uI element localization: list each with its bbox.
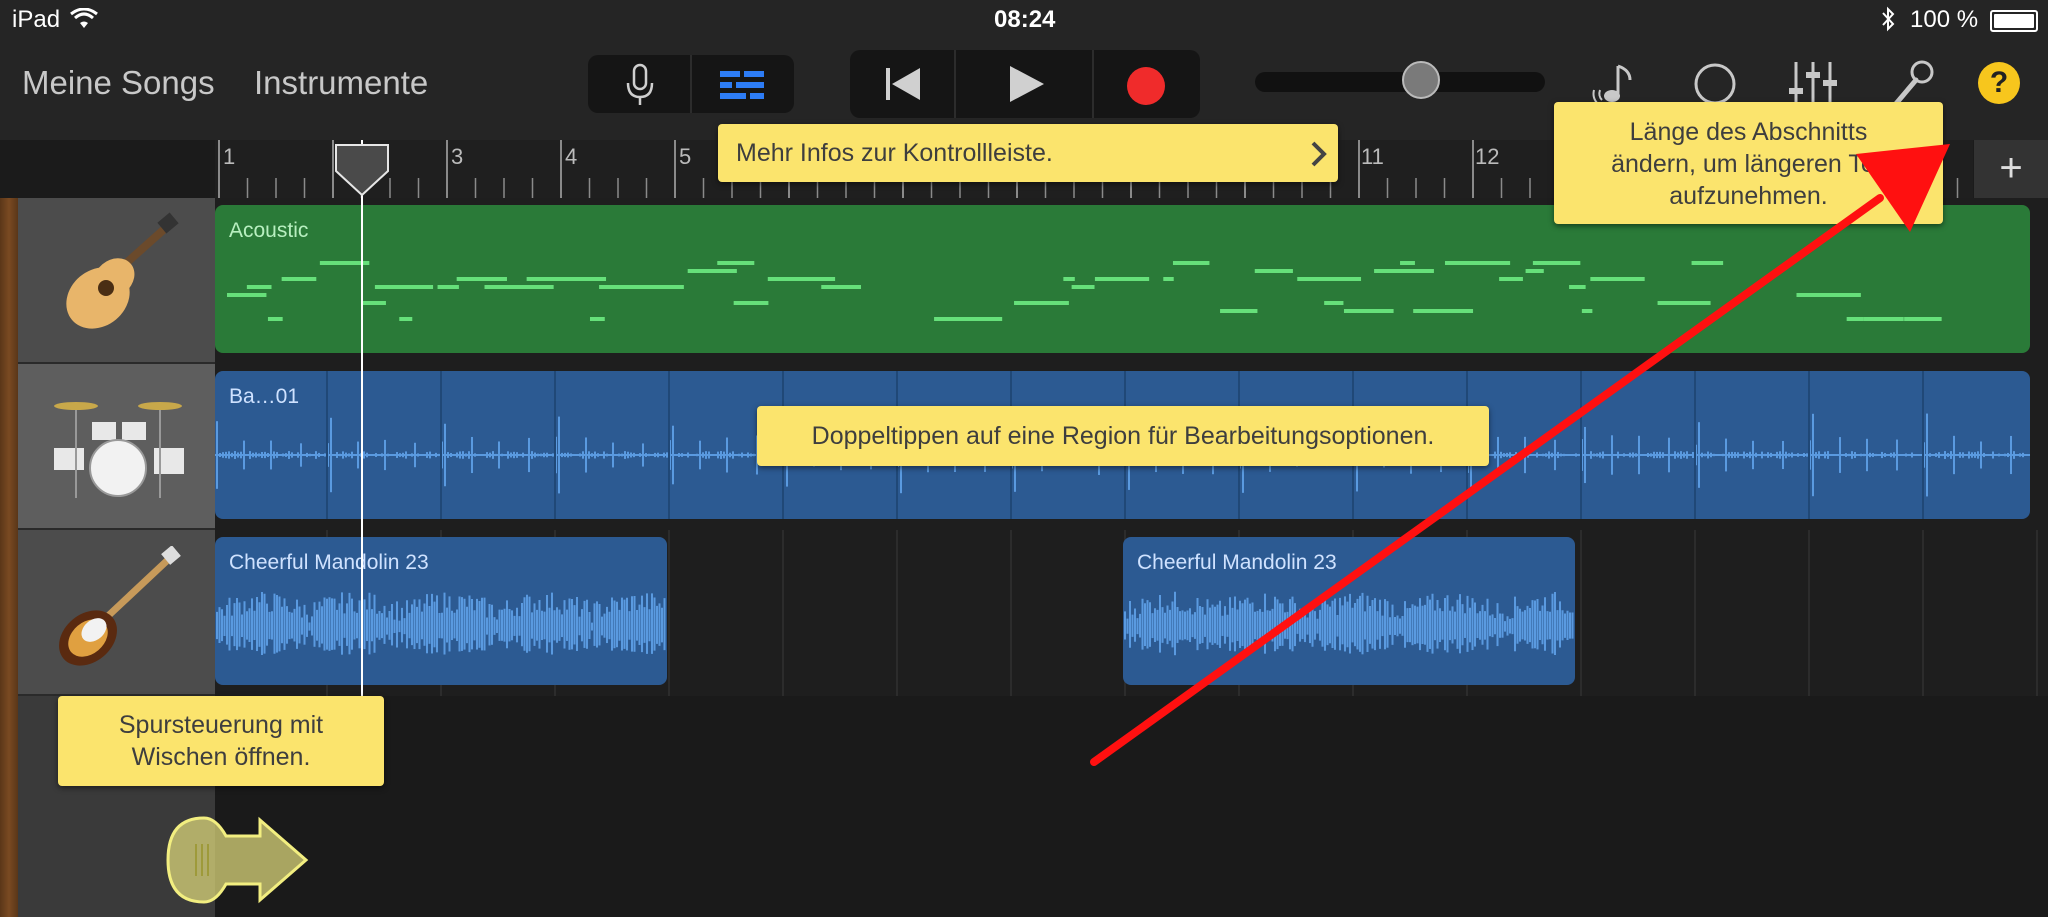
- wood-panel: [0, 198, 18, 917]
- region-acoustic[interactable]: Acoustic: [215, 205, 2030, 353]
- midi-note: [227, 293, 267, 297]
- swipe-handle-icon[interactable]: [164, 814, 314, 906]
- midi-note: [399, 317, 413, 321]
- track-lane-guitar: Cheerful Mandolin 23 Cheerful Mandolin 2…: [215, 530, 2048, 698]
- track-header-electric-guitar[interactable]: [18, 530, 215, 696]
- midi-note: [717, 261, 755, 265]
- midi-note: [1525, 269, 1544, 273]
- drum-kit-icon: [54, 402, 184, 498]
- help-icon[interactable]: ?: [1978, 62, 2020, 104]
- midi-note: [1374, 269, 1434, 273]
- bluetooth-icon: [1882, 6, 1895, 32]
- playhead[interactable]: [361, 140, 363, 696]
- midi-note: [1413, 309, 1474, 313]
- tip-section-length: Länge des Abschnitts ändern, um längeren…: [1554, 102, 1943, 224]
- midi-note: [1071, 285, 1095, 289]
- midi-note: [281, 277, 317, 281]
- midi-note: [1220, 309, 1258, 313]
- midi-note: [767, 277, 836, 281]
- electric-guitar-icon: [59, 546, 181, 666]
- midi-note: [456, 277, 507, 281]
- midi-note: [637, 285, 684, 289]
- battery-percentage: 100 %: [1910, 6, 1979, 33]
- midi-note: [1581, 309, 1593, 313]
- midi-note: [246, 285, 272, 289]
- view-segment: [588, 55, 794, 113]
- device-name: iPad: [12, 6, 61, 33]
- region-mandolin-1[interactable]: Cheerful Mandolin 23: [215, 537, 667, 685]
- midi-note: [1904, 317, 1942, 321]
- midi-note: [1400, 261, 1415, 265]
- track-header-drum-kit[interactable]: [18, 364, 215, 530]
- acoustic-guitar-icon: [66, 212, 179, 329]
- midi-note: [1590, 277, 1645, 281]
- midi-note: [1863, 317, 1904, 321]
- midi-note: [1324, 301, 1344, 305]
- instruments-button[interactable]: Instrumente: [254, 64, 428, 102]
- status-bar: iPad 08:24 100 %: [0, 0, 2048, 40]
- region-mandolin-2[interactable]: Cheerful Mandolin 23: [1123, 537, 1575, 685]
- midi-note: [1163, 277, 1174, 281]
- track-header-acoustic-guitar[interactable]: [18, 198, 215, 364]
- guitar-waveform: [1124, 591, 1574, 656]
- midi-note: [1014, 301, 1069, 305]
- midi-note: [484, 285, 554, 289]
- midi-note: [1297, 277, 1362, 281]
- chevron-right-icon: [1311, 141, 1327, 167]
- midi-note: [1691, 261, 1724, 265]
- tip-text: Länge des Abschnitts ändern, um längeren…: [1611, 118, 1886, 210]
- volume-slider-knob[interactable]: [1402, 61, 1440, 99]
- midi-note: [549, 277, 607, 281]
- midi-note: [1532, 261, 1581, 265]
- tip-text: Doppeltippen auf eine Region für Bearbei…: [811, 422, 1435, 450]
- tip-track-controls: Spursteuerung mit Wischen öffnen.: [58, 696, 384, 786]
- midi-note: [1063, 277, 1075, 281]
- clock: 08:24: [994, 6, 1056, 33]
- transport-controls: [850, 50, 1200, 118]
- midi-note: [1343, 309, 1394, 313]
- record-icon[interactable]: [1126, 66, 1166, 106]
- midi-notes: [227, 261, 1942, 321]
- midi-note: [1499, 277, 1523, 281]
- play-icon[interactable]: [1006, 64, 1046, 104]
- tip-double-tap: Doppeltippen auf eine Region für Bearbei…: [757, 406, 1489, 466]
- midi-note: [733, 301, 769, 305]
- midi-note: [1094, 277, 1150, 281]
- midi-note: [361, 301, 386, 305]
- midi-note: [1172, 261, 1210, 265]
- help-label: ?: [1989, 66, 2009, 99]
- midi-note: [821, 285, 862, 289]
- midi-note: [1470, 261, 1511, 265]
- midi-note: [1846, 317, 1864, 321]
- tip-text: Spursteuerung mit Wischen öffnen.: [118, 711, 324, 771]
- wifi-icon: [70, 8, 98, 28]
- tip-control-bar[interactable]: Mehr Infos zur Kontrollleiste.: [718, 124, 1338, 182]
- midi-note: [374, 285, 419, 289]
- add-section-label: +: [1999, 146, 2023, 190]
- midi-note: [934, 317, 1003, 321]
- tracks-view-icon[interactable]: [718, 69, 766, 101]
- tip-text: Mehr Infos zur Kontrollleiste.: [736, 139, 1053, 167]
- my-songs-button[interactable]: Meine Songs: [22, 64, 215, 102]
- midi-note: [267, 317, 283, 321]
- add-section-button[interactable]: +: [1974, 140, 2048, 198]
- midi-note: [1569, 285, 1586, 289]
- midi-note: [1796, 293, 1861, 297]
- rewind-icon[interactable]: [884, 64, 924, 104]
- playhead-handle[interactable]: [334, 143, 390, 199]
- guitar-waveform: [216, 592, 666, 655]
- midi-note: [589, 317, 605, 321]
- empty-track-area: [215, 696, 2048, 917]
- microphone-icon[interactable]: [624, 63, 656, 107]
- midi-note: [415, 285, 434, 289]
- volume-slider[interactable]: [1255, 61, 1545, 99]
- battery-icon: [1990, 10, 2038, 32]
- midi-note: [1254, 269, 1293, 273]
- midi-note: [1657, 301, 1711, 305]
- midi-note: [687, 269, 737, 273]
- midi-note: [437, 285, 459, 289]
